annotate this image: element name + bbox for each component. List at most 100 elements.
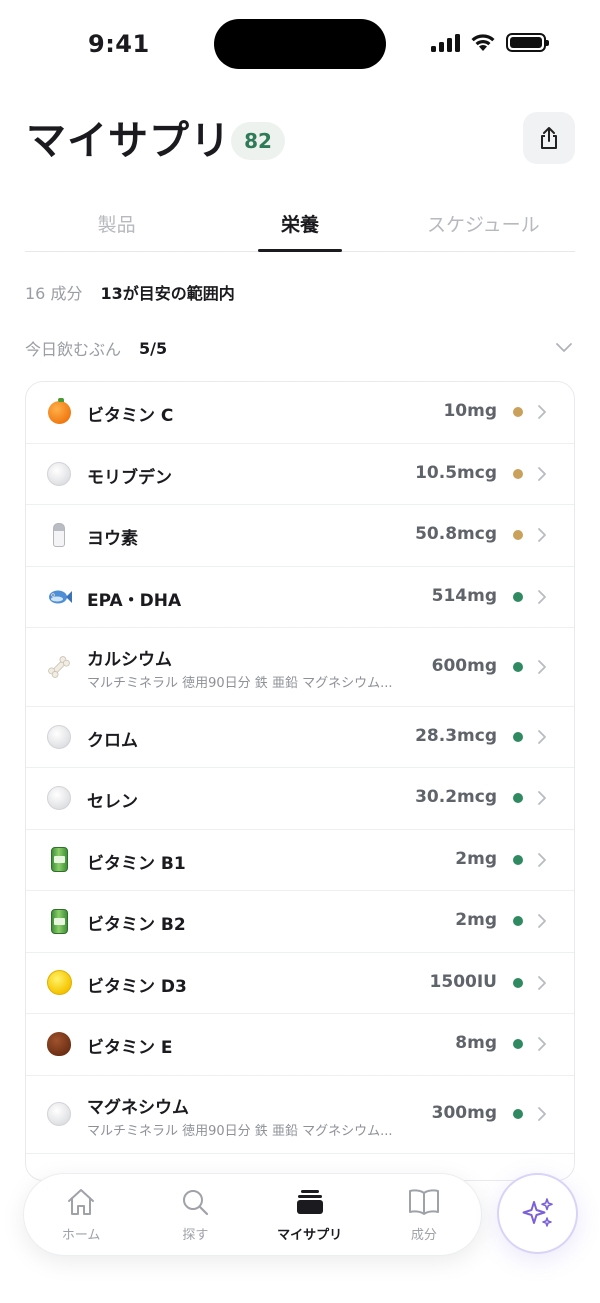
nutrient-name: ビタミン E (87, 1038, 173, 1058)
nutrient-list: ビタミン C 10mg モリブデン 10.5mcg ヨウ素 50.8mcg EPA・DHA 5… (25, 381, 575, 1181)
status-dot (513, 977, 523, 988)
status-dot (513, 1039, 523, 1050)
fish-icon (46, 584, 72, 610)
chevron-right-icon (538, 405, 546, 420)
nutrient-row[interactable]: カルシウム マルチミネラル 徳用90日分 鉄 亜鉛 マグネシウム... 600mg (26, 628, 574, 707)
nav-home-label: ホーム (61, 1228, 101, 1243)
nutrient-source: マルチミネラル 徳用90日分 鉄 亜鉛 マグネシウム... (87, 1123, 393, 1139)
today-label: 今日飲むぶん (25, 340, 122, 359)
today-dose-toggle[interactable]: 今日飲むぶん 5/5 (25, 336, 575, 360)
home-icon (65, 1188, 97, 1216)
nutrient-name: ビタミン B2 (87, 915, 186, 935)
nutrient-name: ビタミン C (87, 406, 174, 426)
pill-icon (46, 461, 72, 487)
nutrient-amount: 2mg (455, 848, 497, 869)
nutrient-row[interactable]: ヨウ素 50.8mcg (26, 505, 574, 567)
status-dot (513, 468, 523, 479)
wifi-icon (471, 34, 495, 51)
nutrient-row[interactable]: クロム 28.3mcg (26, 707, 574, 768)
nutrient-amount: 30.2mcg (415, 787, 497, 808)
status-time: 9:41 (88, 30, 150, 58)
nav-search-label: 探す (182, 1228, 209, 1243)
nutrient-amount: 600mg (431, 655, 497, 676)
tab-products[interactable]: 製品 (25, 196, 208, 251)
pill-icon (46, 724, 72, 750)
nutrient-name: ヨウ素 (87, 529, 138, 549)
nutrient-row[interactable]: ビタミン B2 2mg (26, 891, 574, 953)
nutrient-name: セレン (87, 792, 138, 812)
chevron-right-icon (538, 589, 546, 604)
stack-icon (294, 1188, 326, 1216)
battery-icon (506, 33, 549, 52)
status-dot (513, 407, 523, 418)
status-dot (513, 530, 523, 541)
nutrient-name: EPA・DHA (87, 590, 182, 611)
nutrient-summary: 16 成分 13が目安の範囲内 (25, 280, 235, 304)
search-icon (179, 1188, 211, 1216)
ai-assistant-button[interactable] (497, 1173, 578, 1254)
tab-schedule[interactable]: スケジュール (392, 196, 575, 251)
nutrient-name: クロム (87, 730, 138, 751)
page-title: マイサプリ (26, 118, 231, 164)
signal-icon (431, 33, 460, 52)
nutrient-row[interactable]: ビタミン D3 1500IU (26, 953, 574, 1014)
chevron-right-icon (538, 729, 546, 744)
nav-my-supplements-label: マイサプリ (277, 1228, 343, 1243)
status-dot (513, 591, 523, 602)
share-icon (541, 127, 557, 149)
chevron-right-icon (538, 659, 546, 674)
status-dot (513, 1109, 523, 1120)
nutrient-source: マルチミネラル 徳用90日分 鉄 亜鉛 マグネシウム... (87, 676, 393, 691)
nutrient-amount: 514mg (431, 585, 497, 606)
nutrient-amount: 10mg (443, 401, 497, 422)
nutrient-amount: 8mg (455, 1033, 497, 1054)
nutrient-row[interactable]: EPA・DHA 514mg (26, 567, 574, 628)
nav-ingredients-label: 成分 (410, 1228, 437, 1243)
chevron-right-icon (538, 1037, 546, 1052)
can-icon (46, 908, 72, 934)
chevron-right-icon (538, 975, 546, 990)
nutrient-name: マグネシウム (87, 1097, 189, 1118)
chevron-right-icon (538, 528, 546, 543)
nutrient-amount: 1500IU (429, 971, 497, 992)
nav-my-supplements[interactable]: マイサプリ (253, 1174, 367, 1255)
bottom-nav: ホーム 探す マイサプリ 成分 (23, 1173, 482, 1256)
sparkles-icon (522, 1197, 553, 1227)
dynamic-island (214, 19, 386, 69)
nav-search[interactable]: 探す (138, 1174, 252, 1255)
in-range-count: 13が目安の範囲内 (100, 284, 235, 303)
nutrient-amount: 28.3mcg (415, 725, 497, 746)
nutrient-name: ビタミン D3 (87, 976, 187, 997)
nutrient-row[interactable]: マグネシウム マルチミネラル 徳用90日分 鉄 亜鉛 マグネシウム... 300mg (26, 1076, 574, 1154)
orange-icon (46, 397, 72, 425)
count-badge: 82 (231, 122, 285, 160)
chestnut-icon (46, 1031, 72, 1057)
sun-pill-icon (46, 970, 72, 996)
share-button[interactable] (523, 112, 575, 164)
bone-icon (46, 654, 72, 680)
chevron-right-icon (538, 791, 546, 806)
status-icons (431, 33, 549, 52)
status-dot (513, 854, 523, 865)
nutrient-row[interactable]: ビタミン C 10mg (26, 382, 574, 444)
nutrient-row[interactable]: モリブデン 10.5mcg (26, 444, 574, 505)
nav-ingredients[interactable]: 成分 (367, 1174, 481, 1255)
tab-nutrition[interactable]: 栄養 (208, 196, 391, 252)
nutrient-name: ビタミン B1 (87, 853, 186, 874)
nav-home[interactable]: ホーム (24, 1174, 138, 1255)
nutrient-amount: 2mg (455, 910, 497, 931)
book-icon (408, 1188, 440, 1216)
chevron-right-icon (538, 466, 546, 481)
nutrient-row[interactable]: ビタミン E 8mg (26, 1014, 574, 1076)
status-bar: 9:41 (0, 0, 600, 90)
nutrient-row[interactable]: セレン 30.2mcg (26, 768, 574, 830)
nutrient-amount: 10.5mcg (415, 462, 497, 483)
nutrient-count: 16 成分 (25, 284, 83, 303)
chevron-right-icon (538, 852, 546, 867)
status-dot (513, 793, 523, 804)
nutrient-row[interactable]: ビタミン B1 2mg (26, 830, 574, 891)
status-dot (513, 661, 523, 672)
status-dot (513, 916, 523, 927)
chevron-down-icon (556, 343, 572, 352)
today-value: 5/5 (139, 338, 168, 358)
